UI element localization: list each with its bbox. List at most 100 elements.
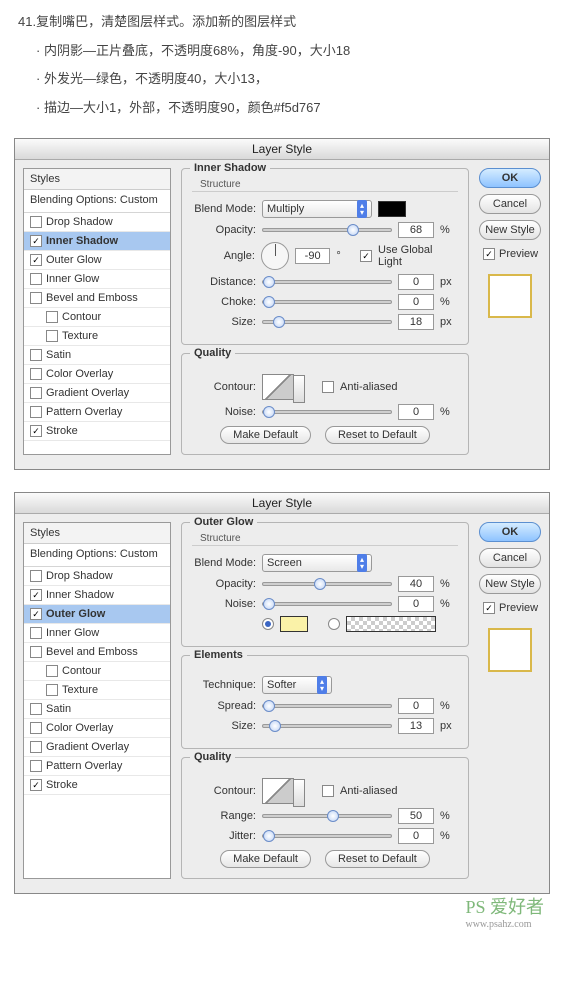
range-input[interactable]: 50 [398,808,434,824]
gradient-radio[interactable] [328,618,340,630]
style-row-contour[interactable]: Contour [24,308,170,327]
shadow-color-swatch[interactable] [378,201,406,217]
style-checkbox[interactable] [30,741,42,753]
style-row-gradient-overlay[interactable]: Gradient Overlay [24,738,170,757]
noise-input[interactable]: 0 [398,404,434,420]
style-row-inner-shadow[interactable]: Inner Shadow [24,586,170,605]
style-row-stroke[interactable]: Stroke [24,422,170,441]
styles-header[interactable]: Styles [24,169,170,190]
style-checkbox[interactable] [30,589,42,601]
ok-button[interactable]: OK [479,168,541,188]
style-checkbox[interactable] [30,387,42,399]
style-checkbox[interactable] [30,292,42,304]
style-row-drop-shadow[interactable]: Drop Shadow [24,567,170,586]
styles-header[interactable]: Styles [24,523,170,544]
style-checkbox[interactable] [30,627,42,639]
style-checkbox[interactable] [30,703,42,715]
style-checkbox[interactable] [30,722,42,734]
style-row-pattern-overlay[interactable]: Pattern Overlay [24,403,170,422]
anti-aliased-checkbox[interactable] [322,785,334,797]
style-checkbox[interactable] [30,235,42,247]
glow-gradient-swatch[interactable] [346,616,436,632]
style-checkbox[interactable] [30,608,42,620]
cancel-button[interactable]: Cancel [479,548,541,568]
style-checkbox[interactable] [30,368,42,380]
noise-slider[interactable] [262,410,392,414]
preview-checkbox[interactable] [483,248,495,260]
make-default-button[interactable]: Make Default [220,850,311,868]
opacity-input[interactable]: 68 [398,222,434,238]
jitter-slider[interactable] [262,834,392,838]
glow-color-swatch[interactable] [280,616,308,632]
style-row-stroke[interactable]: Stroke [24,776,170,795]
style-checkbox[interactable] [46,665,58,677]
style-checkbox[interactable] [30,216,42,228]
blend-mode-select[interactable]: Multiply ▴▾ [262,200,372,218]
blending-options-row[interactable]: Blending Options: Custom [24,190,170,213]
opacity-slider[interactable] [262,582,392,586]
style-checkbox[interactable] [30,273,42,285]
cancel-button[interactable]: Cancel [479,194,541,214]
new-style-button[interactable]: New Style [479,220,541,240]
range-slider[interactable] [262,814,392,818]
anti-aliased-checkbox[interactable] [322,381,334,393]
style-row-gradient-overlay[interactable]: Gradient Overlay [24,384,170,403]
style-row-outer-glow[interactable]: Outer Glow [24,605,170,624]
style-checkbox[interactable] [46,311,58,323]
style-row-color-overlay[interactable]: Color Overlay [24,719,170,738]
use-global-checkbox[interactable] [360,250,372,262]
noise-input[interactable]: 0 [398,596,434,612]
make-default-button[interactable]: Make Default [220,426,311,444]
style-row-contour[interactable]: Contour [24,662,170,681]
ok-button[interactable]: OK [479,522,541,542]
spread-slider[interactable] [262,704,392,708]
solid-color-radio[interactable] [262,618,274,630]
style-row-inner-glow[interactable]: Inner Glow [24,624,170,643]
jitter-input[interactable]: 0 [398,828,434,844]
reset-default-button[interactable]: Reset to Default [325,426,430,444]
contour-picker[interactable] [262,374,294,400]
preview-checkbox[interactable] [483,602,495,614]
style-row-color-overlay[interactable]: Color Overlay [24,365,170,384]
style-row-drop-shadow[interactable]: Drop Shadow [24,213,170,232]
style-row-texture[interactable]: Texture [24,681,170,700]
spread-input[interactable]: 0 [398,698,434,714]
choke-input[interactable]: 0 [398,294,434,310]
distance-slider[interactable] [262,280,392,284]
angle-input[interactable]: -90 [295,248,330,264]
style-checkbox[interactable] [30,254,42,266]
size-slider[interactable] [262,724,392,728]
contour-picker[interactable] [262,778,294,804]
style-row-inner-shadow[interactable]: Inner Shadow [24,232,170,251]
style-row-inner-glow[interactable]: Inner Glow [24,270,170,289]
style-checkbox[interactable] [30,760,42,772]
angle-dial[interactable] [261,242,289,270]
style-checkbox[interactable] [46,684,58,696]
opacity-slider[interactable] [262,228,392,232]
style-checkbox[interactable] [30,349,42,361]
style-checkbox[interactable] [46,330,58,342]
new-style-button[interactable]: New Style [479,574,541,594]
style-checkbox[interactable] [30,779,42,791]
style-row-outer-glow[interactable]: Outer Glow [24,251,170,270]
opacity-input[interactable]: 40 [398,576,434,592]
style-row-satin[interactable]: Satin [24,346,170,365]
style-row-pattern-overlay[interactable]: Pattern Overlay [24,757,170,776]
style-row-texture[interactable]: Texture [24,327,170,346]
style-row-satin[interactable]: Satin [24,700,170,719]
noise-slider[interactable] [262,602,392,606]
blending-options-row[interactable]: Blending Options: Custom [24,544,170,567]
style-row-bevel-and-emboss[interactable]: Bevel and Emboss [24,643,170,662]
choke-slider[interactable] [262,300,392,304]
blend-mode-select[interactable]: Screen ▴▾ [262,554,372,572]
reset-default-button[interactable]: Reset to Default [325,850,430,868]
style-checkbox[interactable] [30,646,42,658]
size-slider[interactable] [262,320,392,324]
style-checkbox[interactable] [30,406,42,418]
style-row-bevel-and-emboss[interactable]: Bevel and Emboss [24,289,170,308]
size-input[interactable]: 13 [398,718,434,734]
style-checkbox[interactable] [30,570,42,582]
technique-select[interactable]: Softer ▴▾ [262,676,332,694]
distance-input[interactable]: 0 [398,274,434,290]
style-checkbox[interactable] [30,425,42,437]
